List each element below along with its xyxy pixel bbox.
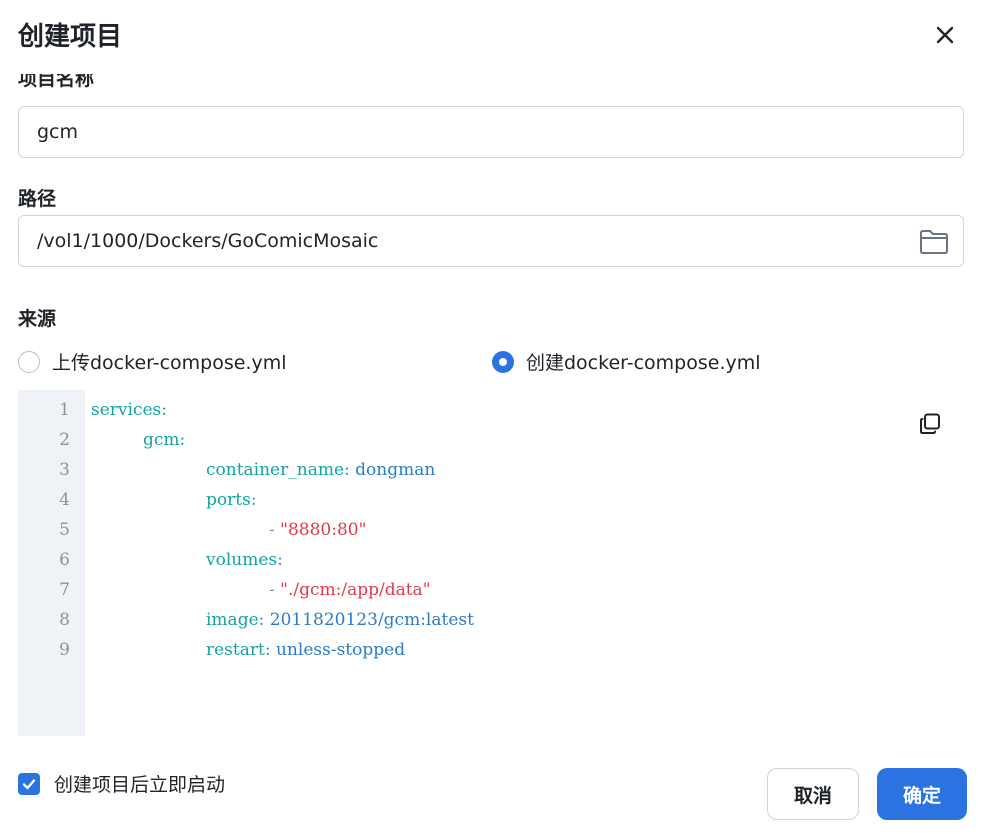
yaml-key: image bbox=[206, 610, 259, 630]
autostart-option[interactable]: 创建项目后立即启动 bbox=[18, 770, 225, 797]
compose-editor[interactable]: 1 2 3 4 5 6 7 8 9 services: gcm: contain… bbox=[18, 390, 964, 736]
radio-create[interactable] bbox=[492, 350, 514, 373]
source-option-upload-label: 上传docker-compose.yml bbox=[52, 352, 287, 374]
yaml-colon: : bbox=[277, 550, 283, 570]
yaml-key: services bbox=[91, 400, 162, 420]
code-line: image: 2011820123/gcm:latest bbox=[206, 605, 474, 635]
line-number: 2 bbox=[59, 430, 70, 450]
project-name-value: gcm bbox=[37, 121, 79, 143]
yaml-dash: - bbox=[269, 520, 281, 540]
close-icon bbox=[936, 26, 954, 44]
close-button[interactable] bbox=[930, 20, 960, 50]
yaml-value: 2011820123/gcm:latest bbox=[269, 610, 474, 630]
line-number-gutter: 1 2 3 4 5 6 7 8 9 bbox=[18, 390, 85, 736]
confirm-button[interactable]: 确定 bbox=[877, 768, 967, 820]
yaml-string: "8880:80" bbox=[280, 520, 367, 540]
yaml-key: volumes bbox=[206, 550, 278, 570]
dialog-title: 创建项目 bbox=[18, 22, 123, 52]
yaml-key: ports bbox=[206, 490, 251, 510]
path-input[interactable]: /vol1/1000/Dockers/GoComicMosaic bbox=[18, 215, 964, 267]
yaml-key: restart bbox=[206, 640, 265, 660]
cancel-button[interactable]: 取消 bbox=[767, 768, 859, 820]
create-project-dialog: 创建项目 项目名称 gcm 路径 /vol1/1000/Dockers/GoCo… bbox=[0, 0, 984, 840]
source-option-upload[interactable]: 上传docker-compose.yml bbox=[18, 348, 287, 375]
yaml-colon: : bbox=[250, 490, 257, 510]
yaml-colon: : bbox=[264, 640, 276, 660]
yaml-colon: : bbox=[161, 400, 167, 420]
path-value: /vol1/1000/Dockers/GoComicMosaic bbox=[37, 230, 379, 252]
project-name-label: 项目名称 bbox=[18, 74, 95, 90]
line-number: 1 bbox=[59, 400, 70, 420]
project-name-input[interactable]: gcm bbox=[18, 106, 964, 158]
yaml-dash: - bbox=[269, 580, 281, 600]
yaml-value: unless-stopped bbox=[275, 640, 406, 660]
yaml-colon: : bbox=[344, 460, 356, 480]
source-label: 来源 bbox=[18, 308, 57, 330]
radio-upload[interactable] bbox=[18, 350, 40, 373]
line-number: 8 bbox=[59, 610, 70, 630]
line-number: 3 bbox=[59, 460, 70, 480]
code-line: gcm: bbox=[143, 425, 185, 455]
code-line: container_name: dongman bbox=[206, 455, 435, 485]
copy-icon[interactable] bbox=[918, 412, 942, 436]
code-line: restart: unless-stopped bbox=[206, 635, 405, 665]
code-line: ports: bbox=[206, 485, 257, 515]
yaml-value: dongman bbox=[355, 460, 436, 480]
line-number: 5 bbox=[59, 520, 70, 540]
line-number: 4 bbox=[59, 490, 70, 510]
line-number: 7 bbox=[59, 580, 70, 600]
project-name-label-wrapper: 项目名称 bbox=[18, 74, 94, 96]
yaml-key: gcm bbox=[143, 430, 180, 450]
check-icon bbox=[22, 778, 36, 789]
autostart-label: 创建项目后立即启动 bbox=[54, 774, 226, 796]
source-option-create[interactable]: 创建docker-compose.yml bbox=[492, 348, 761, 375]
code-line: services: bbox=[91, 395, 167, 425]
source-option-create-label: 创建docker-compose.yml bbox=[526, 352, 761, 374]
yaml-string: "./gcm:/app/data" bbox=[280, 580, 431, 600]
code-line: - "8880:80" bbox=[269, 515, 366, 545]
code-line: - "./gcm:/app/data" bbox=[269, 575, 431, 605]
path-label: 路径 bbox=[18, 188, 57, 210]
yaml-colon: : bbox=[179, 430, 186, 450]
autostart-checkbox[interactable] bbox=[18, 772, 40, 795]
line-number: 6 bbox=[59, 550, 70, 570]
yaml-colon: : bbox=[258, 610, 270, 630]
code-line: volumes: bbox=[206, 545, 283, 575]
line-number: 9 bbox=[59, 640, 70, 660]
yaml-key: container_name bbox=[206, 460, 345, 480]
folder-icon[interactable] bbox=[919, 229, 949, 255]
